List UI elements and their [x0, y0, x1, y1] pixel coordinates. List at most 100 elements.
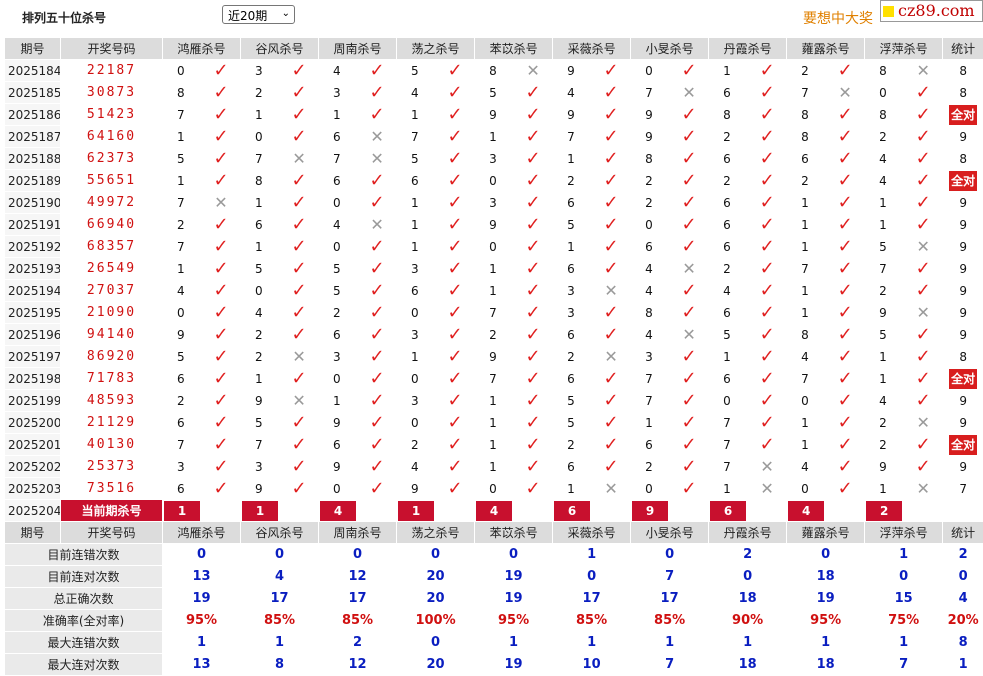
kill-number-cell: 5	[475, 82, 514, 104]
check-mark-icon: ✓	[291, 368, 306, 389]
result-mark-cell: ✓	[514, 302, 553, 324]
result-mark-cell: ✕	[202, 192, 241, 214]
check-mark-icon: ✓	[291, 302, 306, 323]
result-mark-cell: ✓	[202, 390, 241, 412]
table-row: 2025186514237✓1✓1✓1✓9✓9✓9✓8✓8✓8✓全对	[5, 104, 983, 126]
kill-number-cell: 7	[241, 148, 280, 170]
result-mark-cell: ✓	[280, 456, 319, 478]
result-mark-cell: ✕	[670, 258, 709, 280]
kill-number-cell: 2	[865, 434, 904, 456]
result-mark-cell: ✓	[358, 390, 397, 412]
result-mark-cell: ✓	[514, 192, 553, 214]
check-mark-icon: ✓	[916, 192, 931, 213]
kill-number-cell: 3	[241, 60, 280, 82]
header-method-2: 周南杀号	[319, 38, 397, 60]
cross-mark-icon: ✕	[604, 281, 617, 300]
current-empty-cell	[592, 500, 631, 522]
check-mark-icon: ✓	[369, 104, 384, 125]
check-mark-icon: ✓	[526, 478, 541, 499]
check-mark-icon: ✓	[760, 302, 775, 323]
summary-value: 95%	[787, 610, 865, 632]
result-mark-cell: ✓	[280, 434, 319, 456]
kill-number-cell: 0	[241, 280, 280, 302]
result-mark-cell: ✓	[670, 126, 709, 148]
result-mark-cell: ✓	[202, 236, 241, 258]
kill-number-cell: 5	[241, 412, 280, 434]
result-mark-cell: ✓	[826, 192, 865, 214]
result-mark-cell: ✓	[280, 258, 319, 280]
kill-number-cell: 9	[553, 104, 592, 126]
result-mark-cell: ✓	[904, 148, 943, 170]
kill-number-cell: 7	[709, 434, 748, 456]
kill-number-cell: 8	[475, 60, 514, 82]
stat-cell: 全对	[943, 368, 983, 390]
summary-value: 12	[319, 566, 397, 588]
stat-count: 8	[959, 64, 967, 78]
kill-number-cell: 9	[553, 60, 592, 82]
result-mark-cell: ✓	[826, 324, 865, 346]
cross-mark-icon: ✕	[526, 61, 539, 80]
result-mark-cell: ✓	[826, 236, 865, 258]
kill-number-cell: 3	[163, 456, 202, 478]
kill-number-cell: 5	[163, 346, 202, 368]
result-mark-cell: ✓	[592, 104, 631, 126]
summary-value: 20	[397, 566, 475, 588]
result-mark-cell: ✓	[358, 346, 397, 368]
kill-number-cell: 4	[319, 60, 358, 82]
stat-cell: 9	[943, 456, 983, 478]
period-range-select[interactable]: 近20期 ⌄	[222, 5, 295, 24]
header-method-8: 蕹露杀号	[787, 522, 865, 544]
result-mark-cell: ✓	[202, 258, 241, 280]
result-mark-cell: ✓	[280, 170, 319, 192]
kill-number-cell: 4	[631, 258, 670, 280]
result-mark-cell: ✓	[358, 456, 397, 478]
check-mark-icon: ✓	[213, 346, 228, 367]
summary-value: 1	[709, 632, 787, 654]
kill-number-cell: 4	[553, 82, 592, 104]
check-mark-icon: ✓	[448, 478, 463, 499]
kill-number-cell: 5	[397, 148, 436, 170]
kill-number-cell: 1	[865, 478, 904, 500]
check-mark-icon: ✓	[682, 346, 697, 367]
kill-number-cell: 4	[631, 324, 670, 346]
stat-count: 9	[959, 394, 967, 408]
cross-mark-icon: ✕	[682, 259, 695, 278]
kill-number-cell: 0	[397, 302, 436, 324]
current-kill-cell: 1	[163, 500, 202, 522]
check-mark-icon: ✓	[760, 192, 775, 213]
result-mark-cell: ✓	[748, 302, 787, 324]
header-method-9: 浮萍杀号	[865, 522, 943, 544]
kill-number-cell: 0	[319, 368, 358, 390]
result-mark-cell: ✓	[280, 214, 319, 236]
stat-cell: 9	[943, 126, 983, 148]
header-method-1: 谷风杀号	[241, 522, 319, 544]
kill-number-cell: 8	[631, 302, 670, 324]
check-mark-icon: ✓	[369, 368, 384, 389]
kill-number-cell: 2	[553, 346, 592, 368]
result-mark-cell: ✓	[202, 478, 241, 500]
table-footer-header-row: 期号开奖号码鸿雁杀号谷风杀号周南杀号荡之杀号苯苡杀号采薇杀号小旻杀号丹霞杀号蕹露…	[5, 522, 983, 544]
check-mark-icon: ✓	[213, 236, 228, 257]
result-mark-cell: ✓	[358, 236, 397, 258]
kill-number-cell: 1	[553, 148, 592, 170]
summary-value: 4	[241, 566, 319, 588]
site-logo[interactable]: cz89.com	[880, 0, 983, 22]
period-cell: 2025200	[5, 412, 61, 434]
kill-number-cell: 7	[475, 302, 514, 324]
check-mark-icon: ✓	[916, 280, 931, 301]
check-mark-icon: ✓	[213, 412, 228, 433]
table-row: 2025187641601✓0✓6✕7✓1✓7✓9✓2✓8✓2✓9	[5, 126, 983, 148]
check-mark-icon: ✓	[448, 258, 463, 279]
result-mark-cell: ✓	[436, 148, 475, 170]
period-cell: 2025191	[5, 214, 61, 236]
result-mark-cell: ✓	[436, 368, 475, 390]
summary-value: 7	[631, 566, 709, 588]
result-mark-cell: ✓	[592, 214, 631, 236]
kill-number-cell: 6	[631, 434, 670, 456]
promo-text[interactable]: 要想中大奖	[803, 8, 873, 28]
kill-number-cell: 9	[475, 346, 514, 368]
result-mark-cell: ✓	[436, 170, 475, 192]
result-mark-cell: ✓	[202, 82, 241, 104]
check-mark-icon: ✓	[526, 82, 541, 103]
check-mark-icon: ✓	[760, 346, 775, 367]
